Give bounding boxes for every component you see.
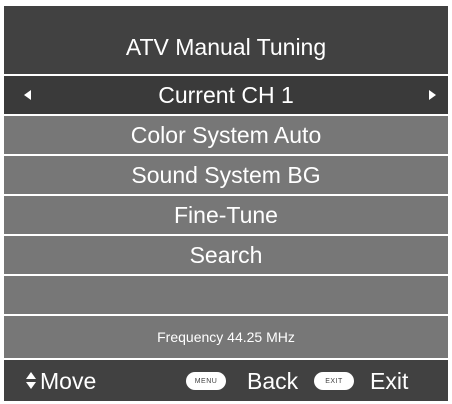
menu-item-search[interactable]: Search [4, 236, 448, 274]
up-down-arrows-icon [26, 372, 36, 390]
atv-manual-tuning-menu: ATV Manual Tuning Current CH 1 Color Sys… [4, 6, 448, 401]
arrow-left-icon[interactable] [24, 90, 31, 100]
menu-item-label: Current CH 1 [158, 81, 294, 108]
arrow-right-icon[interactable] [429, 90, 436, 100]
frequency-row: Frequency 44.25 MHz [4, 316, 448, 358]
menu-item-label: Search [189, 241, 263, 268]
menu-item-label: Fine-Tune [174, 201, 278, 228]
move-label: Move [40, 368, 97, 394]
menu-item-empty [4, 276, 448, 314]
back-label: Back [247, 368, 299, 394]
frequency-readout: Frequency 44.25 MHz [157, 329, 295, 345]
menu-item-label: Sound System BG [131, 161, 321, 188]
exit-key-icon: EXIT [314, 372, 354, 390]
help-bar: Move MENU Back EXIT Exit [4, 360, 448, 401]
menu-item-fine-tune[interactable]: Fine-Tune [4, 196, 448, 234]
menu-title-bar: ATV Manual Tuning [4, 6, 448, 74]
menu-item-current-channel[interactable]: Current CH 1 [4, 76, 448, 114]
menu-key-icon: MENU [186, 372, 226, 390]
menu-item-color-system[interactable]: Color System Auto [4, 116, 448, 154]
menu-item-sound-system[interactable]: Sound System BG [4, 156, 448, 194]
menu-title: ATV Manual Tuning [125, 33, 327, 60]
menu-item-label: Color System Auto [130, 121, 322, 148]
exit-label: Exit [370, 368, 409, 394]
